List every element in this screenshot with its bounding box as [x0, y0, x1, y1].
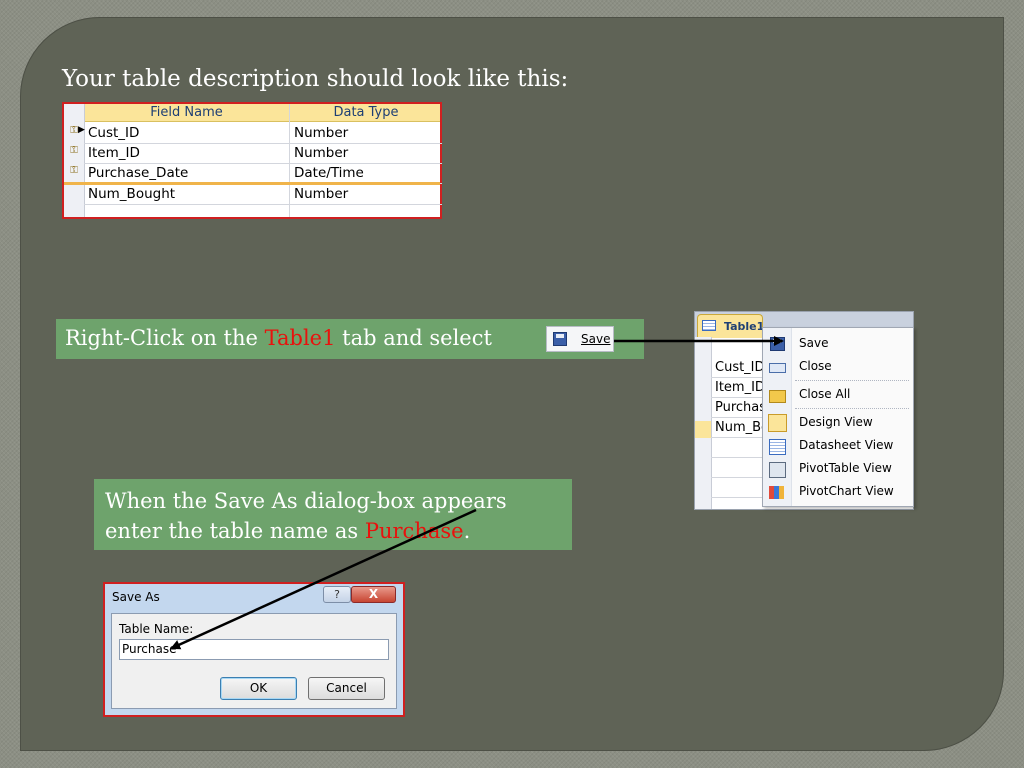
help-button[interactable]: ?: [323, 586, 351, 603]
list-item: Item_ID: [711, 378, 766, 398]
empty-row[interactable]: [84, 204, 442, 217]
design-view-icon: [768, 414, 787, 432]
tab-table1[interactable]: Table1: [697, 314, 765, 338]
menu-item-pivotchart-view[interactable]: PivotChart View: [763, 481, 913, 503]
menu-item-design-view[interactable]: Design View: [763, 412, 913, 434]
table-row[interactable]: Num_Bought Number: [84, 184, 442, 205]
menu-item-label: PivotTable View: [799, 461, 892, 475]
data-type-cell[interactable]: Number: [290, 143, 348, 163]
purchase-highlight: Purchase: [364, 519, 464, 543]
menu-separator: [795, 408, 909, 409]
cancel-button[interactable]: Cancel: [308, 677, 385, 700]
table-name-label: Table Name:: [119, 622, 194, 636]
row-selector-column: [64, 104, 85, 217]
menu-separator: [795, 380, 909, 381]
field-name-cell[interactable]: Item_ID: [84, 143, 140, 163]
field-name-cell[interactable]: Num_Bought: [84, 184, 175, 204]
table-name-input[interactable]: Purchase: [119, 639, 389, 660]
column-header-field-name[interactable]: Field Name: [84, 104, 289, 121]
dialog-title: Save As: [112, 590, 160, 604]
close-button[interactable]: X: [351, 586, 396, 603]
table1-highlight: Table1: [264, 326, 336, 350]
menu-item-label: Save: [799, 336, 829, 350]
save-as-dialog: Save As ? X Table Name: Purchase OK Canc…: [103, 582, 405, 717]
primary-key-icon: ⚿: [70, 165, 78, 176]
menu-item-label: Close: [799, 359, 832, 373]
field-design-table: Field Name Data Type ⚿ ▶ Cust_ID Number …: [62, 102, 442, 219]
field-name-cell[interactable]: Purchase_Date: [84, 163, 188, 183]
save-icon: [553, 332, 567, 346]
instruction-text: Right-Click on the Table1 tab and select: [65, 326, 492, 350]
slide-heading: Your table description should look like …: [62, 66, 569, 92]
data-type-cell[interactable]: Date/Time: [290, 163, 364, 183]
menu-item-datasheet-view[interactable]: Datasheet View: [763, 435, 913, 457]
context-menu: Save Close Close All Design View Datashe…: [762, 327, 914, 507]
save-icon: [770, 337, 785, 351]
menu-item-label: Close All: [799, 387, 851, 401]
instruction-text: When the Save As dialog-box appears ente…: [105, 489, 507, 543]
menu-item-label: Design View: [799, 415, 873, 429]
close-table-icon: [769, 363, 786, 373]
table-row[interactable]: Cust_ID Number: [84, 123, 442, 144]
selected-row-marker: [695, 421, 711, 438]
folder-icon: [769, 390, 786, 403]
tab-table1-label: Table1: [724, 320, 765, 333]
save-button-label: Save: [581, 332, 611, 346]
data-type-cell[interactable]: Number: [290, 123, 348, 143]
table-row[interactable]: Purchase_Date Date/Time: [84, 163, 442, 184]
menu-item-close[interactable]: Close: [763, 356, 913, 378]
instruction-box-save-as: When the Save As dialog-box appears ente…: [94, 479, 572, 550]
ok-button[interactable]: OK: [220, 677, 297, 700]
menu-item-close-all[interactable]: Close All: [763, 384, 913, 406]
table-row[interactable]: Item_ID Number: [84, 143, 442, 164]
pivot-chart-icon: [769, 486, 784, 499]
field-name-cell[interactable]: Cust_ID: [84, 123, 139, 143]
dialog-body: Table Name: Purchase OK Cancel: [111, 613, 397, 709]
column-header-data-type[interactable]: Data Type: [290, 104, 442, 121]
datasheet-icon: [769, 439, 786, 455]
list-item: Num_Bought: [711, 418, 766, 438]
list-item: Cust_ID: [711, 358, 766, 378]
list-item: [711, 478, 766, 498]
data-type-cell[interactable]: Number: [290, 184, 348, 204]
menu-item-save[interactable]: Save: [763, 333, 913, 355]
primary-key-icon: ⚿: [70, 145, 78, 156]
list-item: [711, 438, 766, 458]
menu-item-label: PivotChart View: [799, 484, 894, 498]
save-button-illustration: Save: [546, 326, 614, 352]
list-item: Purchase_Date: [711, 398, 766, 418]
table-icon: [702, 320, 716, 331]
menu-item-pivottable-view[interactable]: PivotTable View: [763, 458, 913, 480]
menu-item-label: Datasheet View: [799, 438, 894, 452]
list-item: [711, 458, 766, 478]
pivot-table-icon: [769, 462, 786, 478]
